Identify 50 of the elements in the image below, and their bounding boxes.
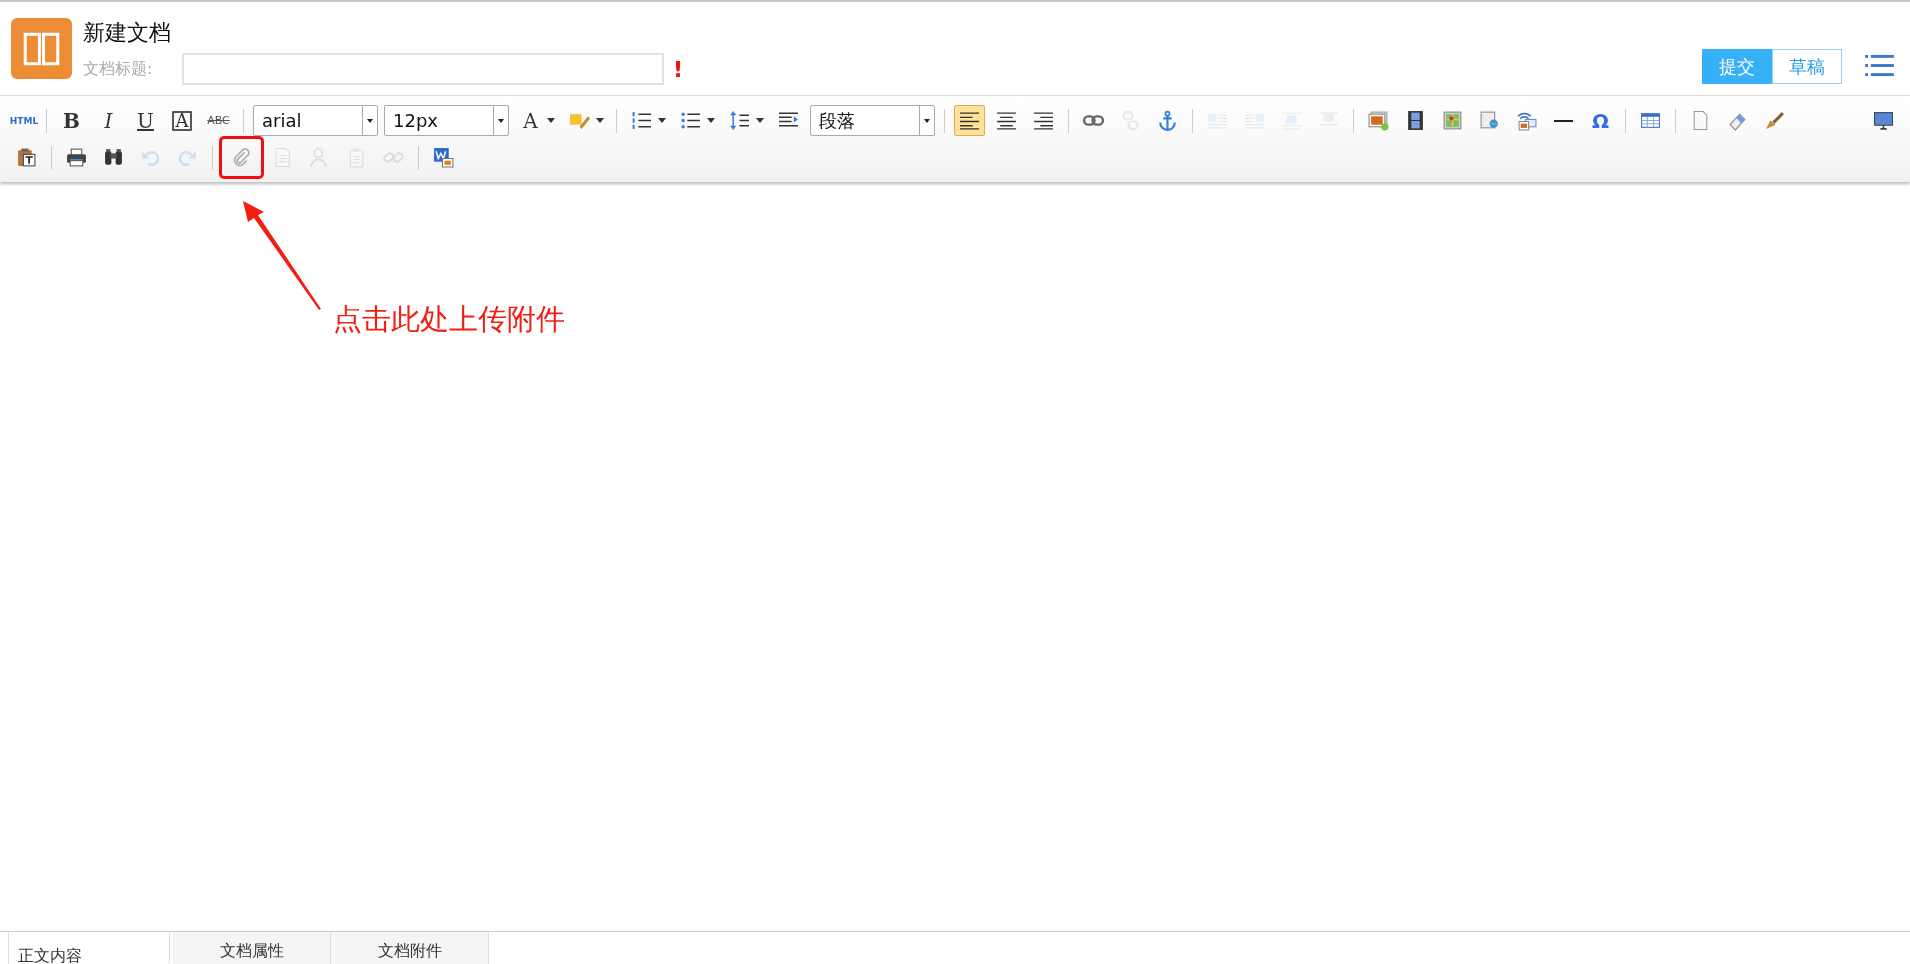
paperclip-icon — [231, 147, 252, 168]
underline-button[interactable]: U — [130, 105, 161, 136]
book-logo-icon — [11, 18, 72, 79]
tab[interactable]: 文档附件 — [331, 932, 489, 964]
globe-page-icon — [1479, 110, 1500, 131]
brush-icon — [1764, 110, 1785, 131]
dropdown-select[interactable]: 段落 — [810, 105, 935, 136]
image-center-icon — [1281, 110, 1302, 131]
caret-icon[interactable] — [658, 118, 666, 123]
bulleted-list-icon — [680, 110, 701, 131]
align-right-icon — [1033, 110, 1054, 131]
map-icon — [1442, 110, 1463, 131]
document-title: 新建文档 — [83, 19, 172, 47]
word-document-icon — [433, 147, 454, 168]
caret-icon[interactable] — [756, 118, 764, 123]
clipboard-text-icon — [16, 147, 37, 168]
horizontal-line-icon — [1554, 119, 1573, 122]
monitor-icon — [1873, 110, 1894, 131]
unlink-icon — [1120, 110, 1141, 131]
title-field-label: 文档标题: — [83, 58, 154, 80]
caret-icon[interactable] — [707, 118, 715, 123]
printer-icon — [66, 147, 87, 168]
dropdown-select[interactable]: arial — [253, 105, 378, 136]
align-left-button[interactable] — [954, 105, 985, 136]
binoculars-icon — [103, 147, 124, 168]
required-mark: ! — [673, 56, 684, 82]
annotation-text: 点击此处上传附件 — [333, 301, 565, 338]
align-center-icon — [996, 110, 1017, 131]
font-color-button[interactable]: A — [515, 105, 546, 136]
special-character-button[interactable]: Ω — [1585, 105, 1616, 136]
italic-button[interactable]: I — [93, 105, 124, 136]
table-icon — [1640, 110, 1661, 131]
broadcast-icon — [1516, 110, 1537, 131]
numbered-list-icon — [631, 110, 652, 131]
film-icon — [1405, 110, 1426, 131]
align-left-icon — [959, 110, 980, 131]
dropdown-select[interactable]: 12px — [384, 105, 509, 136]
bold-button[interactable]: B — [56, 105, 87, 136]
caret-icon[interactable] — [596, 118, 604, 123]
anchor-icon — [1157, 110, 1178, 131]
border-button[interactable]: A — [171, 109, 193, 132]
tab[interactable]: 文档属性 — [173, 932, 331, 964]
menu-icon[interactable] — [1865, 54, 1894, 77]
title-input-field[interactable] — [182, 53, 664, 85]
html-button[interactable]: HTML — [11, 105, 37, 136]
line-height-icon — [729, 110, 750, 131]
image-icon — [1368, 110, 1389, 131]
caret-icon[interactable] — [547, 118, 555, 123]
eraser-icon — [1727, 110, 1748, 131]
strikethrough-button[interactable]: ABC — [203, 105, 234, 136]
